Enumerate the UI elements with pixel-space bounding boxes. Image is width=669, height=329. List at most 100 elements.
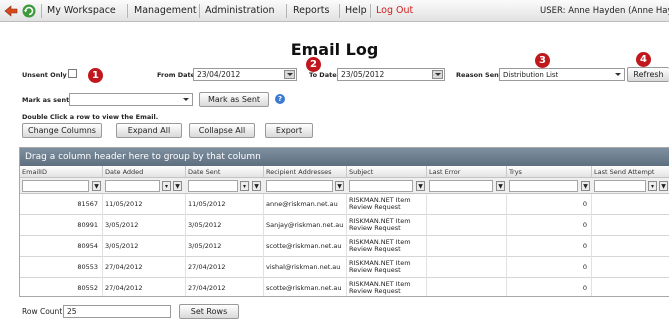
table-row[interactable]: 80553 27/04/2012 27/04/2012 vishal@riskm… xyxy=(20,257,669,278)
group-by-bar[interactable]: Drag a column header here to group by th… xyxy=(20,148,669,166)
table-row[interactable]: 80552 27/04/2012 27/04/2012 scotte@riskm… xyxy=(20,278,669,296)
cell-recipient-addresses: Sanjay@riskman.net.au xyxy=(264,215,347,236)
cell-subject: RISKMAN.NET Item Review Request xyxy=(347,194,427,215)
cell-trys: 0 xyxy=(507,278,592,296)
filter-icon[interactable]: ▼ xyxy=(92,181,101,191)
filter-input-last-error[interactable] xyxy=(429,180,493,192)
dropdown-arrow-icon[interactable]: ▾ xyxy=(648,181,657,191)
nav-help[interactable]: Help xyxy=(345,5,367,16)
dropdown-arrow-icon[interactable]: ▾ xyxy=(162,181,171,191)
nav-my-workspace[interactable]: My Workspace xyxy=(47,5,116,16)
double-click-hint: Double Click a row to view the Email. xyxy=(22,113,159,121)
grid-header-row: EmailID Date Added Date Sent Recipient A… xyxy=(20,166,669,178)
refresh-button[interactable]: Refresh xyxy=(627,67,669,82)
nav-separator xyxy=(286,4,287,18)
cell-emailid: 80991 xyxy=(20,215,103,236)
callout-badge-3: 3 xyxy=(535,53,550,68)
mark-as-sent-select[interactable] xyxy=(69,93,193,106)
nav-log-out[interactable]: Log Out xyxy=(376,5,413,16)
cell-recipient-addresses: vishal@riskman.net.au xyxy=(264,257,347,278)
filter-icon[interactable]: ▼ xyxy=(252,181,261,191)
filter-input-emailid[interactable] xyxy=(22,180,89,192)
table-row[interactable]: 81567 11/05/2012 11/05/2012 anne@riskman… xyxy=(20,194,669,215)
cell-recipient-addresses: scotte@riskman.net.au xyxy=(264,236,347,257)
back-arrow-icon[interactable] xyxy=(3,3,19,19)
reason-sent-label: Reason Sent xyxy=(456,71,502,79)
mark-as-sent-button[interactable]: Mark as Sent xyxy=(199,92,269,107)
column-header-trys[interactable]: Trys xyxy=(507,166,592,178)
cell-date-sent: 11/05/2012 xyxy=(186,194,264,215)
from-date-label: From Date xyxy=(157,71,196,79)
calendar-icon[interactable] xyxy=(284,70,295,79)
cell-date-sent: 27/04/2012 xyxy=(186,278,264,296)
column-header-subject[interactable]: Subject xyxy=(347,166,427,178)
column-header-date-added[interactable]: Date Added xyxy=(103,166,186,178)
change-columns-button[interactable]: Change Columns xyxy=(22,123,102,138)
cell-date-sent: 27/04/2012 xyxy=(186,257,264,278)
cell-emailid: 81567 xyxy=(20,194,103,215)
grid-filter-row: ▼ ▾ ▼ ▾ ▼ ▼ ▼ ▼ ▼ ▾ ▼ xyxy=(20,178,669,194)
table-row[interactable]: 80954 3/05/2012 3/05/2012 scotte@riskman… xyxy=(20,236,669,257)
column-header-last-send-attempt[interactable]: Last Send Attempt xyxy=(592,166,669,178)
filter-icon[interactable]: ▼ xyxy=(496,181,505,191)
cell-emailid: 80552 xyxy=(20,278,103,296)
email-log-grid: Drag a column header here to group by th… xyxy=(19,147,669,297)
cell-date-sent: 3/05/2012 xyxy=(186,215,264,236)
cell-subject: RISKMAN.NET Item Review Request xyxy=(347,215,427,236)
nav-separator xyxy=(41,4,42,18)
user-label: USER: Anne Hayden (Anne Hayde xyxy=(540,6,669,16)
refresh-icon[interactable] xyxy=(21,3,37,19)
from-date-field[interactable]: 23/04/2012 xyxy=(193,68,297,81)
dropdown-arrow-icon[interactable]: ▾ xyxy=(240,181,249,191)
filter-input-date-sent[interactable] xyxy=(188,180,238,192)
filter-icon[interactable]: ▼ xyxy=(173,181,182,191)
filter-icon[interactable]: ▼ xyxy=(335,181,344,191)
page-title: Email Log xyxy=(290,40,379,59)
mark-as-sent-label: Mark as sent xyxy=(22,96,70,104)
nav-reports[interactable]: Reports xyxy=(293,5,329,16)
callout-badge-4: 4 xyxy=(636,52,651,67)
cell-last-error xyxy=(427,236,507,257)
filter-input-subject[interactable] xyxy=(349,180,413,192)
unsent-only-checkbox[interactable] xyxy=(68,69,77,78)
to-date-value: 23/05/2012 xyxy=(341,70,385,79)
row-count-input[interactable]: 25 xyxy=(63,305,171,318)
table-row[interactable]: 80991 3/05/2012 3/05/2012 Sanjay@riskman… xyxy=(20,215,669,236)
top-nav-bar: My Workspace Management Administration R… xyxy=(0,0,669,22)
filter-input-trys[interactable] xyxy=(509,180,578,192)
filter-icon[interactable]: ▼ xyxy=(416,181,425,191)
to-date-field[interactable]: 23/05/2012 xyxy=(337,68,445,81)
reason-sent-value: Distribution List xyxy=(503,71,559,79)
collapse-all-button[interactable]: Collapse All xyxy=(189,123,255,138)
column-header-recipient-addresses[interactable]: Recipient Addresses xyxy=(264,166,347,178)
cell-date-added: 27/04/2012 xyxy=(103,257,186,278)
column-header-emailid[interactable]: EmailID xyxy=(20,166,103,178)
cell-last-send-attempt xyxy=(592,257,669,278)
reason-sent-select[interactable]: Distribution List xyxy=(499,68,625,81)
filter-icon[interactable]: ▼ xyxy=(659,181,668,191)
filter-input-recipient-addresses[interactable] xyxy=(266,180,333,192)
export-button[interactable]: Export xyxy=(265,123,313,138)
filter-icon[interactable]: ▼ xyxy=(581,181,590,191)
nav-separator xyxy=(127,4,128,18)
to-date-label: To Date xyxy=(309,71,337,79)
cell-trys: 0 xyxy=(507,215,592,236)
column-header-last-error[interactable]: Last Error xyxy=(427,166,507,178)
cell-subject: RISKMAN.NET Item Review Request xyxy=(347,257,427,278)
filter-input-date-added[interactable] xyxy=(105,180,160,192)
expand-all-button[interactable]: Expand All xyxy=(116,123,182,138)
cell-last-error xyxy=(427,257,507,278)
calendar-icon[interactable] xyxy=(432,70,443,79)
help-icon[interactable]: ? xyxy=(275,94,285,104)
column-header-date-sent[interactable]: Date Sent xyxy=(186,166,264,178)
cell-last-send-attempt xyxy=(592,194,669,215)
cell-emailid: 80553 xyxy=(20,257,103,278)
cell-trys: 0 xyxy=(507,257,592,278)
set-rows-button[interactable]: Set Rows xyxy=(179,304,239,319)
cell-last-error xyxy=(427,215,507,236)
dropdown-arrow-icon xyxy=(615,73,621,76)
cell-emailid: 80954 xyxy=(20,236,103,257)
nav-administration[interactable]: Administration xyxy=(205,5,275,16)
filter-input-last-send-attempt[interactable] xyxy=(594,180,646,192)
nav-management[interactable]: Management xyxy=(134,5,197,16)
